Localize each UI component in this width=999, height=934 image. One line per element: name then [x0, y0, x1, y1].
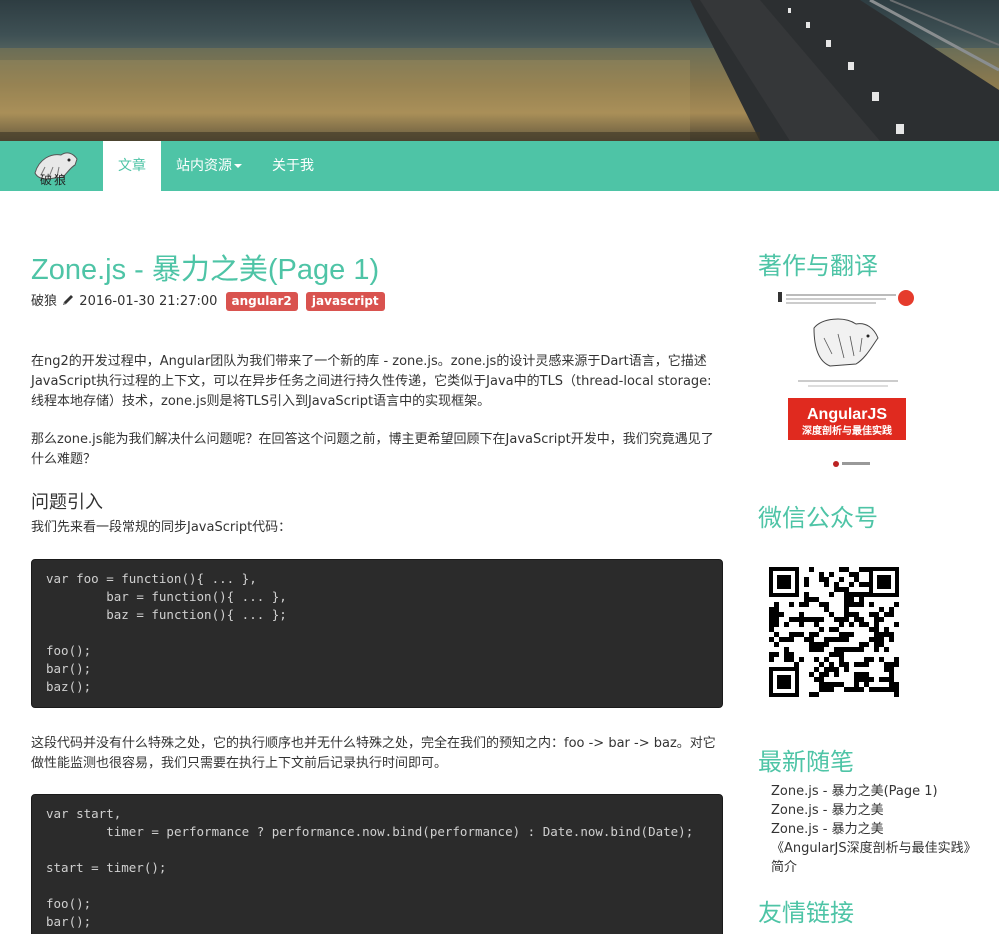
banner-road: [0, 0, 999, 141]
top-navbar: 破狼 文章 站内资源 关于我: [0, 141, 999, 191]
section-heading-intro: 问题引入: [31, 492, 103, 513]
nav-site-resources[interactable]: 站内资源: [176, 141, 242, 191]
nav-articles[interactable]: 文章: [103, 141, 161, 191]
nav-about-me[interactable]: 关于我: [272, 141, 314, 191]
post-paragraph-sync-code: 我们先来看一段常规的同步JavaScript代码：: [31, 520, 292, 535]
book-title: AngularJS: [807, 406, 887, 423]
code-text: var foo = function(){ ... }, bar = funct…: [46, 571, 287, 694]
post-paragraph-intro: 在ng2的开发过程中，Angular团队为我们带来了一个新的库 - zone.j…: [31, 354, 712, 409]
header-banner-image: [0, 0, 999, 141]
code-block-sync: var foo = function(){ ... }, bar = funct…: [31, 559, 723, 708]
sidebar-heading-friend-links: 友情链接: [758, 899, 854, 927]
tag-angular2[interactable]: angular2: [225, 292, 298, 311]
post-paragraph-execution-order: 这段代码并没有什么特殊之处，它的执行顺序也并无什么特殊之处，完全在我们的预知之内…: [31, 736, 716, 771]
sidebar-heading-wechat: 微信公众号: [758, 504, 878, 532]
post-title[interactable]: Zone.js - 暴力之美(Page 1): [31, 246, 379, 288]
brand-text: 破狼: [40, 173, 69, 187]
book-subtitle: 深度剖析与最佳实践: [802, 424, 892, 437]
recent-posts-list: Zone.js - 暴力之美(Page 1) Zone.js - 暴力之美 Zo…: [771, 782, 971, 877]
code-block-timer: var start, timer = performance ? perform…: [31, 794, 723, 934]
recent-post-link[interactable]: Zone.js - 暴力之美(Page 1): [771, 782, 971, 801]
book-cover-art: AngularJS 深度剖析与最佳实践: [774, 288, 920, 476]
nav-site-resources-label: 站内资源: [176, 158, 232, 174]
recent-post-link[interactable]: 《AngularJS深度剖析与最佳实践》简介: [771, 839, 971, 877]
post-author[interactable]: 破狼: [31, 294, 57, 309]
book-cover-image[interactable]: AngularJS 深度剖析与最佳实践: [774, 288, 920, 476]
tag-javascript[interactable]: javascript: [305, 292, 385, 311]
code-text: var start, timer = performance ? perform…: [46, 806, 694, 929]
post-meta: 破狼 2016-01-30 21:27:00 angular2 javascri…: [31, 292, 385, 312]
post-date: 2016-01-30 21:27:00: [79, 294, 218, 309]
wechat-qr-code: [767, 565, 901, 699]
sidebar-heading-books: 著作与翻译: [758, 252, 878, 280]
recent-post-link[interactable]: Zone.js - 暴力之美: [771, 801, 971, 820]
pencil-icon: [63, 295, 74, 305]
sidebar-heading-recent: 最新随笔: [758, 748, 854, 776]
recent-post-link[interactable]: Zone.js - 暴力之美: [771, 820, 971, 839]
post-paragraph-question: 那么zone.js能为我们解决什么问题呢？在回答这个问题之前，博主更希望回顾下在…: [31, 432, 714, 467]
chevron-down-icon: [234, 164, 242, 168]
qr-code-icon: [767, 565, 901, 699]
